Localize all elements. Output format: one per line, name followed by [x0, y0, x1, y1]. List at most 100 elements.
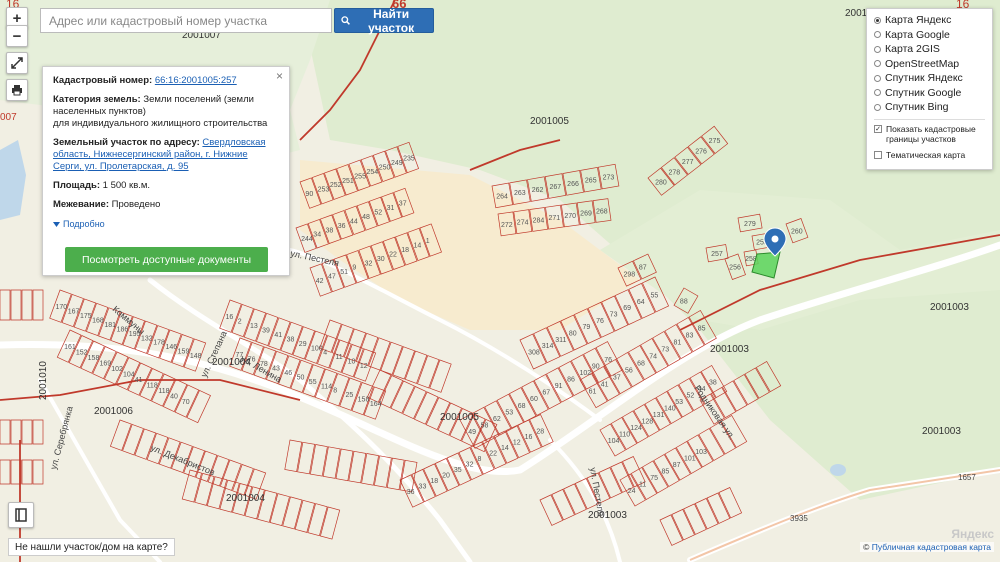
- parcel-number: 30: [377, 256, 385, 263]
- more-details-link[interactable]: Подробно: [53, 218, 279, 230]
- parcel-number: 36: [338, 223, 346, 230]
- legend-button[interactable]: [8, 502, 34, 528]
- parcel-number: 271: [548, 215, 560, 222]
- parcel-number: 48: [362, 214, 370, 221]
- block-label: 2001005: [530, 116, 569, 127]
- parcel-number: 269: [580, 211, 592, 218]
- survey-row: Межевание: Проведено: [53, 199, 279, 211]
- parcel-number: 251: [342, 178, 354, 185]
- parcel-number: 18: [401, 247, 409, 254]
- parcel-number: 38: [709, 379, 717, 386]
- parcel-number: 178: [153, 340, 165, 347]
- parcel-number: 100: [311, 345, 323, 352]
- layer-option[interactable]: Спутник Google: [874, 86, 985, 101]
- parcel-number: 38: [326, 227, 334, 234]
- parcel-number: 2: [238, 319, 242, 326]
- parcel-number: 87: [639, 264, 647, 271]
- layer-option[interactable]: Спутник Bing: [874, 100, 985, 115]
- parcel-number: 273: [603, 175, 615, 182]
- parcel-number: 148: [190, 353, 202, 360]
- parcel-number: 268: [596, 208, 608, 215]
- parcel-number: 270: [564, 213, 576, 220]
- layer-checkbox[interactable]: Тематическая карта: [874, 150, 985, 160]
- area-label: Площадь:: [53, 180, 100, 191]
- parcel-number: 90: [305, 191, 313, 198]
- expand-icon: [11, 57, 23, 69]
- address-row: Земельный участок по адресу: Свердловска…: [53, 137, 279, 173]
- not-found-link[interactable]: Не нашли участок/дом на карте?: [8, 538, 175, 556]
- layer-option-label: OpenStreetMap: [885, 57, 960, 70]
- parcel-number: 164: [370, 401, 382, 408]
- parcel-number: 9: [352, 265, 356, 272]
- parcel-number: 244: [301, 236, 313, 243]
- layer-option[interactable]: Карта Google: [874, 28, 985, 43]
- parcel-number: 146: [165, 344, 177, 351]
- parcel-number: 73: [610, 312, 618, 319]
- parcel-number: 18: [430, 478, 438, 485]
- parcel-number: 102: [580, 370, 592, 377]
- block-label: 2001005: [440, 412, 479, 423]
- parcel-number: 37: [613, 375, 621, 382]
- print-button[interactable]: [6, 79, 28, 101]
- parcel-number: 161: [64, 344, 76, 351]
- layer-option[interactable]: OpenStreetMap: [874, 57, 985, 72]
- find-parcel-label: Найти участок: [368, 6, 415, 35]
- radio-icon: [874, 74, 881, 82]
- search-input[interactable]: [40, 8, 332, 33]
- search-icon: [341, 16, 350, 25]
- parcel-number: 47: [328, 274, 336, 281]
- parcel-number: 46: [284, 370, 292, 377]
- layer-checkbox[interactable]: ✓ Показать кадастровые границы участков: [874, 124, 985, 144]
- parcel-number: 11: [335, 354, 342, 361]
- find-parcel-button[interactable]: Найти участок: [334, 6, 434, 35]
- cadastral-number-link[interactable]: 66:16:2001005:257: [155, 75, 237, 86]
- parcel-number: 167: [68, 309, 80, 316]
- layer-option[interactable]: Карта 2GIS: [874, 42, 985, 57]
- parcel-number: 24: [628, 488, 636, 495]
- parcel-number: 70: [182, 399, 190, 406]
- parcel-number: 169: [99, 361, 111, 368]
- parcel-number: 16: [525, 434, 533, 441]
- parcel-number: 1: [426, 238, 430, 245]
- parcel-number: 252: [330, 182, 342, 189]
- zoom-out-button[interactable]: −: [6, 25, 28, 47]
- map-attribution: © Публичная кадастровая карта: [860, 542, 994, 552]
- fullscreen-button[interactable]: [6, 52, 28, 74]
- layer-option[interactable]: Карта Яндекс: [874, 13, 985, 28]
- parcel-number: 131: [653, 412, 665, 419]
- view-documents-button[interactable]: Посмотреть доступные документы: [65, 247, 268, 272]
- layer-option[interactable]: Спутник Яндекс: [874, 71, 985, 86]
- parcel-number: 28: [536, 429, 544, 436]
- parcel-number: 314: [542, 343, 554, 350]
- parcel-number: 51: [340, 269, 348, 276]
- parcel-number: 41: [274, 332, 282, 339]
- parcel-number: 263: [514, 190, 526, 197]
- parcel-number: 256: [729, 265, 741, 272]
- parcel-number: 53: [505, 409, 513, 416]
- parcel-number: 41: [135, 377, 143, 384]
- parcel-number: 8: [477, 456, 481, 463]
- parcel-number: 83: [686, 333, 694, 340]
- parcel-number: 311: [555, 337, 566, 344]
- close-icon[interactable]: ×: [276, 70, 283, 82]
- attribution-link[interactable]: Публичная кадастровая карта: [872, 542, 991, 552]
- radio-icon: [874, 103, 881, 111]
- cadastral-number-label: Кадастровый номер:: [53, 75, 153, 86]
- layer-checkbox-label: Показать кадастровые границы участков: [886, 123, 976, 144]
- edge-label: 007: [0, 112, 17, 123]
- parcel-number: 102: [111, 366, 123, 373]
- parcel-number: 104: [123, 372, 135, 379]
- parcel-number: 55: [309, 379, 317, 386]
- parcel-number: 14: [413, 242, 421, 249]
- parcel-number: 62: [493, 416, 501, 423]
- parcel-number: 50: [297, 374, 305, 381]
- parcel-number: 53: [675, 399, 683, 406]
- radio-icon: [874, 60, 881, 68]
- parcel-number: 12: [360, 363, 368, 370]
- block-label: 2001006: [94, 406, 133, 417]
- parcel-number: 114: [321, 383, 332, 390]
- survey-label: Межевание:: [53, 199, 109, 210]
- parcel-number: 14: [501, 445, 509, 452]
- checkbox-icon: ✓: [874, 124, 882, 133]
- parcel-number: 56: [625, 368, 633, 375]
